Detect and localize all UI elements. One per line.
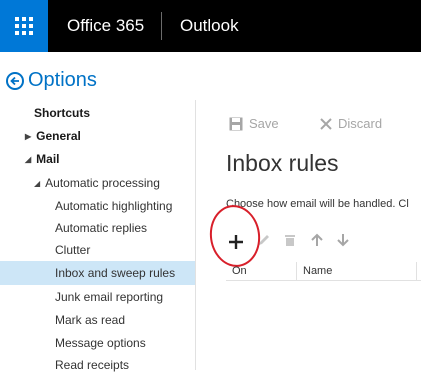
sidebar-item-junk-email-reporting[interactable]: Junk email reporting bbox=[55, 290, 163, 304]
move-down-button[interactable] bbox=[336, 233, 350, 247]
caret-down-icon: ◢ bbox=[25, 155, 32, 165]
annotation-circle bbox=[205, 201, 265, 271]
sidebar-item-message-options[interactable]: Message options bbox=[55, 336, 146, 350]
table-header-line bbox=[226, 280, 421, 281]
arrow-up-icon bbox=[311, 233, 323, 246]
caret-right-icon: ▶ bbox=[25, 132, 32, 142]
sidebar-item-label: Automatic highlighting bbox=[55, 199, 173, 213]
app-launcher-icon bbox=[15, 17, 33, 35]
options-back-link[interactable]: Options bbox=[6, 69, 97, 92]
sidebar-item-label: Automatic replies bbox=[55, 221, 148, 235]
column-divider bbox=[416, 262, 417, 280]
sidebar-item-label: Mark as read bbox=[55, 313, 126, 327]
options-title: Options bbox=[28, 69, 97, 91]
sidebar-item-automatic-replies[interactable]: Automatic replies bbox=[55, 221, 147, 235]
sidebar-item-label: General bbox=[36, 129, 81, 143]
save-label: Save bbox=[249, 116, 279, 131]
delete-rule-button[interactable] bbox=[283, 233, 297, 247]
save-icon bbox=[229, 117, 243, 131]
save-button[interactable]: Save bbox=[229, 116, 279, 131]
sidebar-item-label: Junk email reporting bbox=[55, 290, 164, 304]
top-bar: Office 365 Outlook bbox=[0, 0, 421, 52]
sidebar-item-label: Inbox and sweep rules bbox=[55, 266, 176, 280]
close-icon bbox=[320, 117, 332, 130]
sidebar-item-label: Automatic processing bbox=[45, 176, 160, 190]
sidebar-item-label: Mail bbox=[36, 152, 60, 166]
sidebar-item-label: Clutter bbox=[55, 243, 91, 257]
topbar-divider bbox=[161, 12, 162, 40]
trash-icon bbox=[285, 235, 295, 246]
move-up-button[interactable] bbox=[310, 233, 324, 247]
app-name-label[interactable]: Outlook bbox=[180, 0, 239, 52]
sidebar-item-label: Shortcuts bbox=[34, 106, 91, 120]
sidebar-item-inbox-sweep-rules[interactable]: Inbox and sweep rules bbox=[0, 261, 195, 285]
caret-down-icon: ◢ bbox=[34, 179, 41, 189]
app-launcher-button[interactable] bbox=[0, 0, 48, 52]
sidebar-item-clutter[interactable]: Clutter bbox=[55, 243, 90, 257]
sidebar-item-automatic-highlighting[interactable]: Automatic highlighting bbox=[55, 199, 172, 213]
page-description: Choose how email will be handled. Cl bbox=[226, 198, 409, 210]
back-arrow-icon bbox=[6, 71, 24, 90]
brand-label[interactable]: Office 365 bbox=[67, 0, 144, 52]
page-title: Inbox rules bbox=[226, 150, 339, 176]
discard-label: Discard bbox=[338, 116, 383, 131]
sidebar-item-label: Message options bbox=[55, 336, 146, 350]
arrow-down-icon bbox=[337, 234, 349, 247]
column-divider bbox=[296, 262, 297, 280]
sidebar-item-automatic-processing[interactable]: ◢ Automatic processing bbox=[34, 176, 160, 190]
sidebar-item-shortcuts[interactable]: Shortcuts bbox=[34, 106, 90, 120]
column-header-on[interactable]: On bbox=[232, 265, 247, 277]
sidebar-item-mark-as-read[interactable]: Mark as read bbox=[55, 313, 125, 327]
column-header-name[interactable]: Name bbox=[303, 265, 332, 277]
sidebar-divider bbox=[195, 100, 196, 370]
sidebar-item-general[interactable]: ▶ General bbox=[25, 129, 81, 143]
sidebar-item-mail[interactable]: ◢ Mail bbox=[25, 152, 60, 166]
discard-button[interactable]: Discard bbox=[320, 116, 382, 131]
